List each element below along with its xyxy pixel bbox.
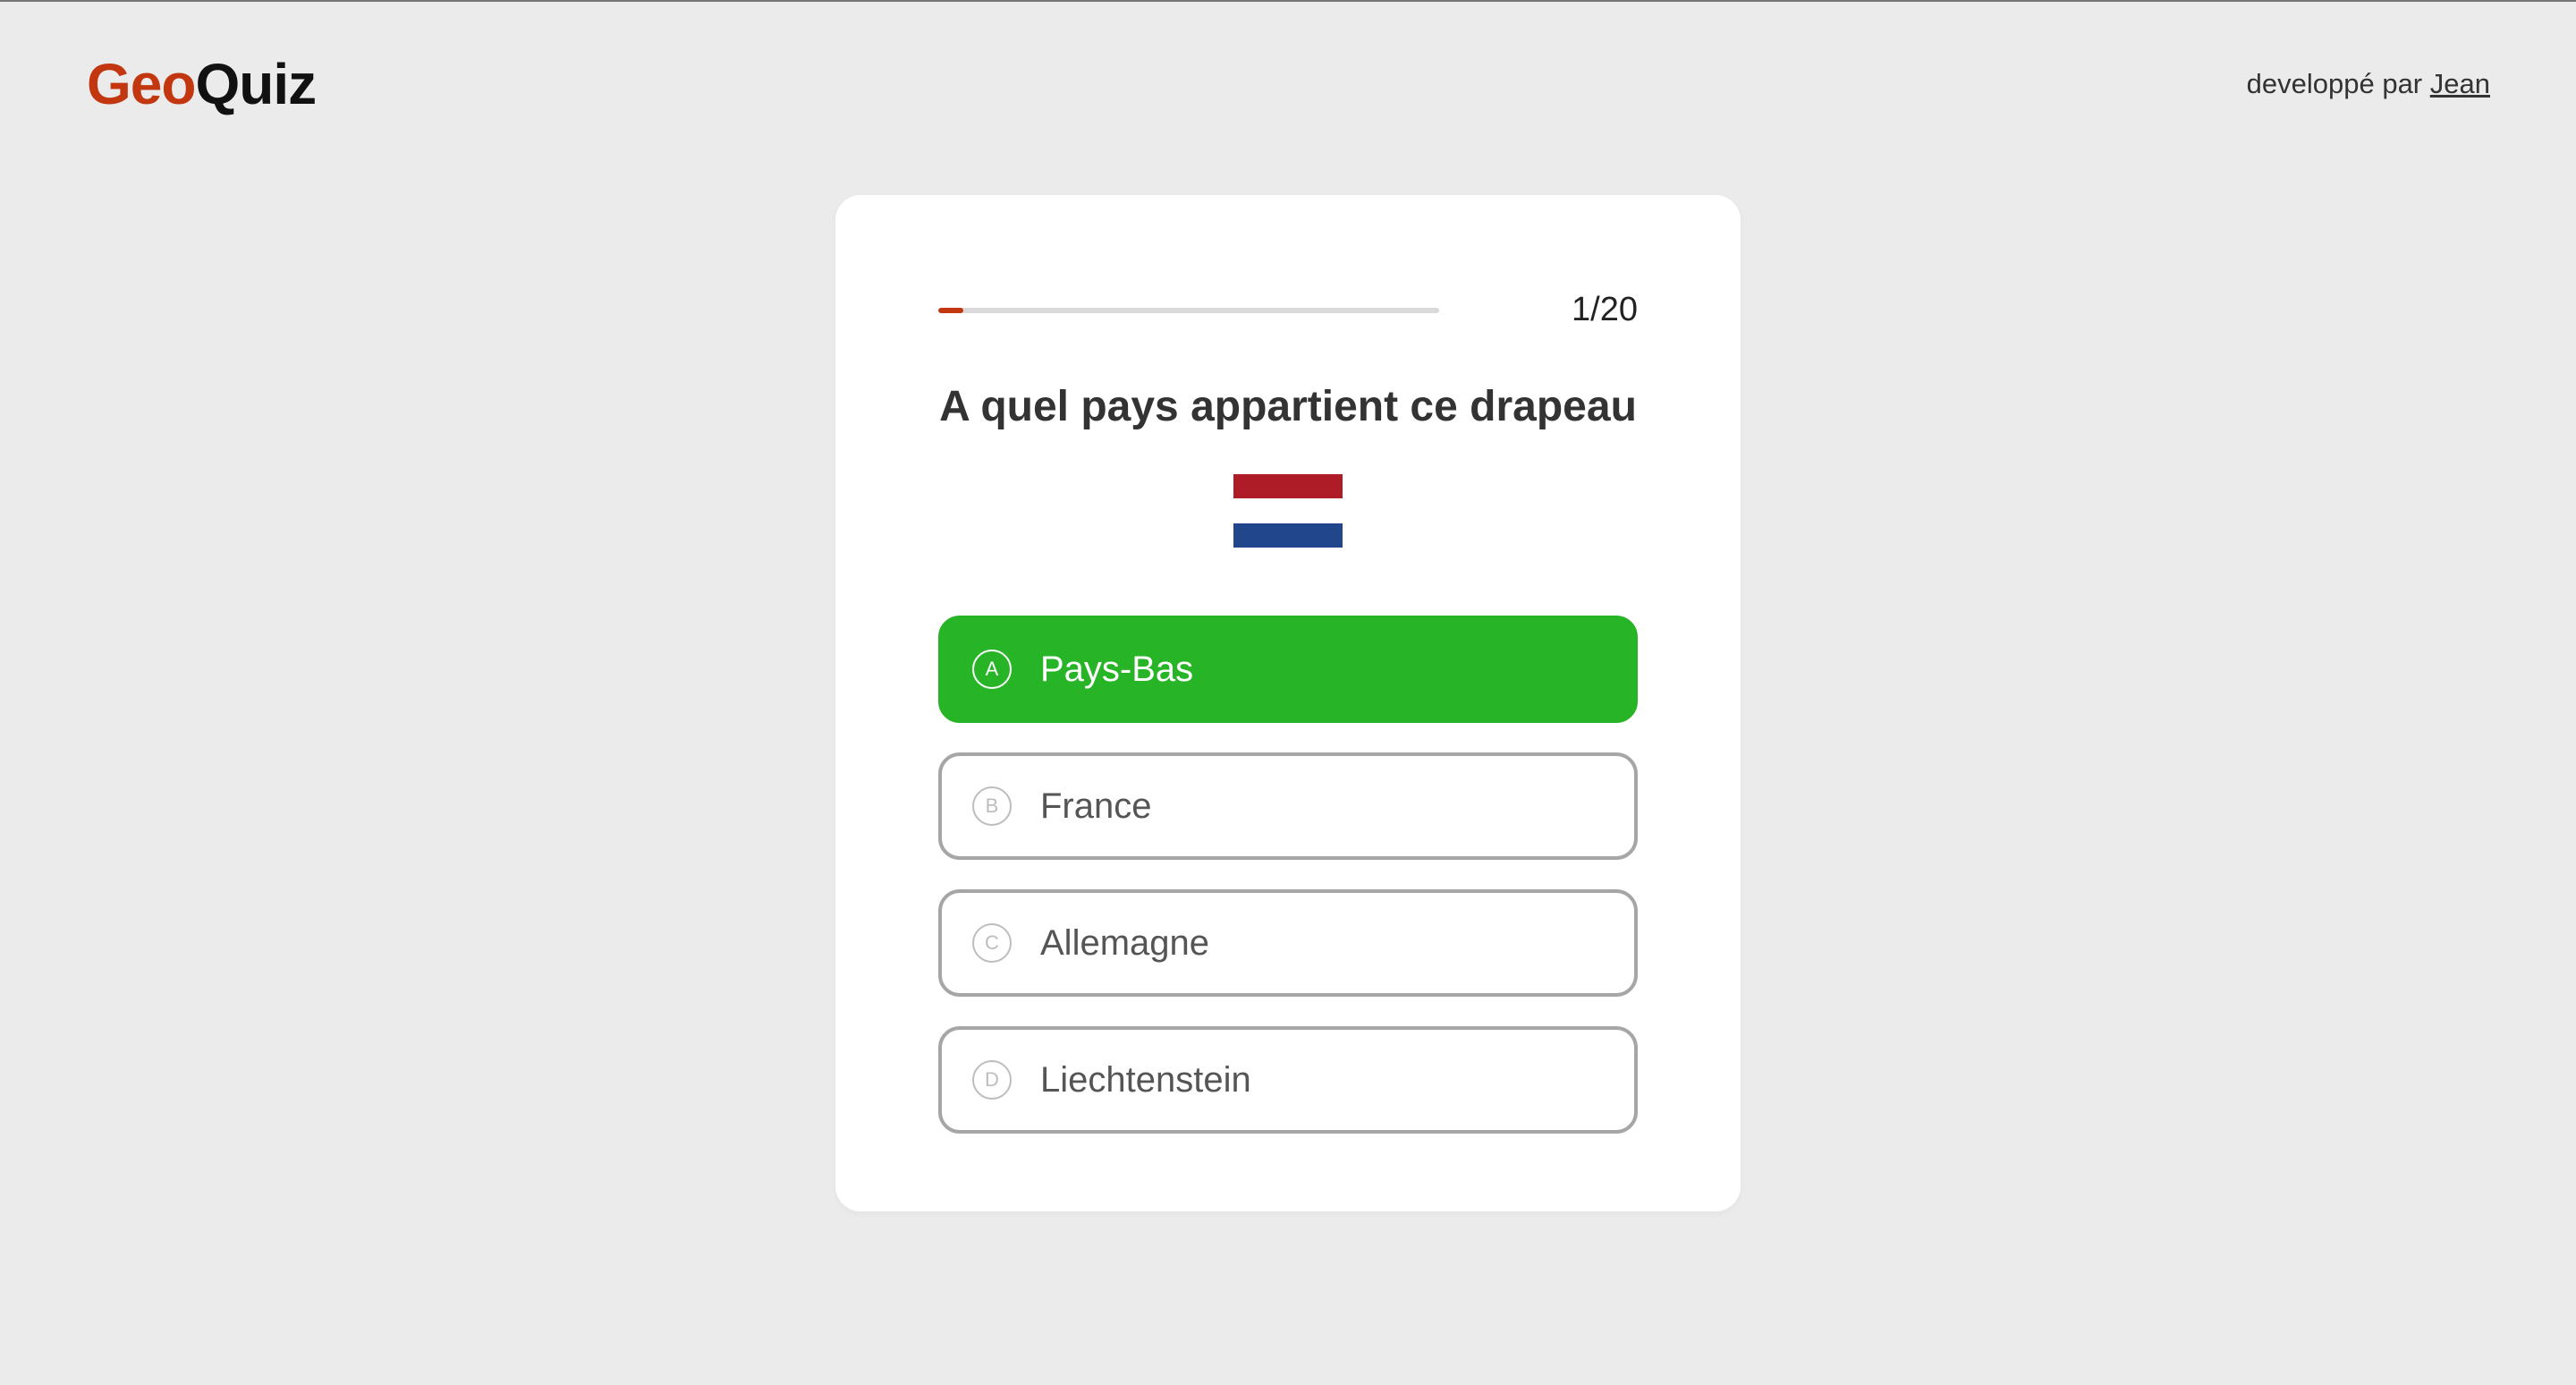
question-counter: 1/20: [1572, 291, 1638, 328]
flag-stripe-top: [1233, 474, 1343, 499]
logo[interactable]: GeoQuiz: [87, 48, 317, 120]
progress-fill: [938, 308, 963, 313]
flag-image: [1233, 474, 1343, 548]
flag-stripe-bottom: [1233, 523, 1343, 548]
answer-label: France: [1040, 786, 1152, 826]
answer-option-a[interactable]: A Pays-Bas: [938, 616, 1638, 723]
author-link[interactable]: Jean: [2430, 68, 2490, 99]
credit-prefix: developpé par: [2246, 68, 2423, 99]
answer-letter-badge: A: [972, 650, 1012, 689]
quiz-card: 1/20 A quel pays appartient ce drapeau A…: [835, 195, 1741, 1211]
answer-letter-badge: C: [972, 923, 1012, 963]
flag-stripe-middle: [1233, 498, 1343, 523]
answer-option-d[interactable]: D Liechtenstein: [938, 1026, 1638, 1134]
answer-option-b[interactable]: B France: [938, 752, 1638, 860]
logo-quiz-text: Quiz: [195, 52, 317, 116]
logo-geo-text: Geo: [87, 52, 196, 116]
answer-letter-badge: D: [972, 1060, 1012, 1100]
question-text: A quel pays appartient ce drapeau: [939, 383, 1637, 430]
answer-label: Allemagne: [1040, 923, 1210, 963]
answer-label: Liechtenstein: [1040, 1060, 1251, 1100]
developer-credit: developpé par Jean: [2247, 66, 2490, 102]
progress-bar: [938, 308, 1439, 313]
answer-letter-badge: B: [972, 786, 1012, 826]
answer-option-c[interactable]: C Allemagne: [938, 889, 1638, 997]
answer-list: A Pays-Bas B France C Allemagne D Liecht…: [938, 616, 1638, 1163]
answer-label: Pays-Bas: [1040, 650, 1194, 689]
